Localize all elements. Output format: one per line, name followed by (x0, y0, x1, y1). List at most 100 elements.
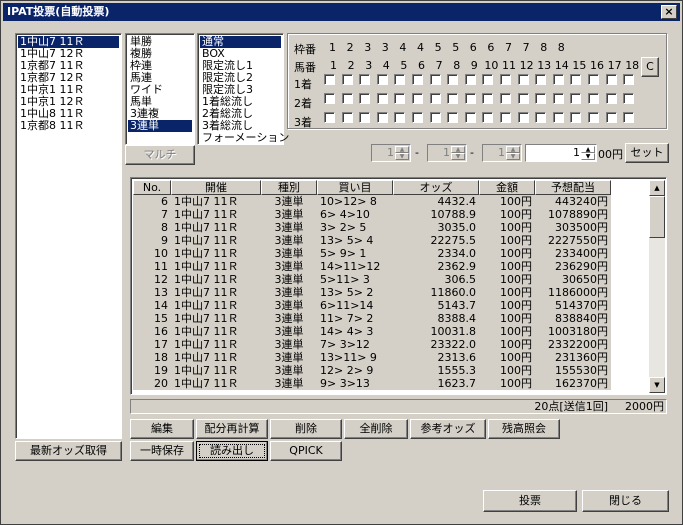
clear-button[interactable]: C (641, 57, 659, 77)
column-header[interactable]: 買い目 (317, 180, 393, 195)
horse-checkbox[interactable] (324, 93, 335, 104)
horse-checkbox[interactable] (482, 112, 494, 123)
horse-checkbox[interactable] (447, 93, 459, 104)
table-row[interactable]: 8 1中山7 11Ｒ 3連単 3> 2> 5 3035.0 100円 303500円 (133, 221, 611, 234)
multi-button[interactable]: マルチ (125, 145, 195, 165)
horse-checkbox[interactable] (482, 74, 494, 85)
horse-checkbox[interactable] (412, 112, 423, 123)
horse-checkbox[interactable] (447, 74, 459, 85)
column-header[interactable]: 種別 (261, 180, 317, 195)
amount-input[interactable]: 1 ▲ ▼ (525, 144, 597, 162)
qpick-button[interactable]: QPICK (270, 441, 342, 461)
horse-checkbox[interactable] (588, 74, 599, 85)
load-button[interactable]: 読み出し (196, 441, 268, 461)
horse-checkbox[interactable] (359, 112, 371, 123)
horse-checkbox[interactable] (605, 93, 617, 104)
horse-checkbox[interactable] (570, 112, 582, 123)
fetch-odds-button[interactable]: 最新オッズ取得 (15, 441, 122, 461)
horse-checkbox[interactable] (376, 112, 388, 123)
set-button[interactable]: セット (625, 143, 669, 163)
horse-checkbox[interactable] (623, 74, 635, 85)
table-row[interactable]: 18 1中山7 11Ｒ 3連単 13>11> 9 2313.6 100円 231360円 (133, 351, 611, 364)
spinner-arrows[interactable]: ▲ ▼ (506, 146, 520, 160)
ref-odds-button[interactable]: 参考オッズ (410, 419, 486, 439)
horse-checkbox[interactable] (324, 74, 335, 85)
scroll-thumb[interactable] (649, 196, 665, 238)
spinner-1[interactable]: 1 ▲ ▼ (371, 144, 411, 162)
horse-checkbox[interactable] (570, 93, 582, 104)
horse-checkbox[interactable] (464, 93, 476, 104)
bet-method-list[interactable]: 通常 BOX 限定流し1 限定流し2 限定流し3 1着総流し 2着総流し 3着総流し フォーメー… (197, 33, 289, 145)
horse-checkbox[interactable] (552, 74, 564, 85)
table-row[interactable]: 7 1中山7 11Ｒ 3連単 6> 4>10 10788.9 100円 1078890円 (133, 208, 611, 221)
balance-button[interactable]: 残高照会 (488, 419, 560, 439)
horse-checkbox[interactable] (623, 112, 635, 123)
horse-checkbox[interactable] (605, 112, 617, 123)
table-row[interactable]: 19 1中山7 11Ｒ 3連単 12> 2> 9 1555.3 100円 155530円 (133, 364, 611, 377)
bet-method-item[interactable]: フォーメーション (200, 132, 289, 144)
close-icon[interactable]: × (661, 5, 677, 19)
table-row[interactable]: 13 1中山7 11Ｒ 3連単 13> 5> 2 11860.0 100円 1186000円 (133, 286, 611, 299)
horse-checkbox[interactable] (464, 112, 476, 123)
horse-checkbox[interactable] (394, 74, 406, 85)
horse-checkbox[interactable] (500, 93, 511, 104)
bet-type-list[interactable]: 単勝 複勝 枠連 馬連 ワイド 馬単 3連複 3連単 (125, 33, 195, 145)
horse-checkbox[interactable] (412, 93, 423, 104)
horse-checkbox[interactable] (341, 112, 353, 123)
horse-checkbox[interactable] (359, 74, 371, 85)
close-button[interactable]: 閉じる (582, 490, 669, 512)
table-row[interactable]: 9 1中山7 11Ｒ 3連単 13> 5> 4 22275.5 100円 2227550円 (133, 234, 611, 247)
table-row[interactable]: 6 1中山7 11Ｒ 3連単 10>12> 8 4432.4 100円 443240円 (133, 195, 611, 208)
delete-all-button[interactable]: 全削除 (344, 419, 408, 439)
race-list[interactable]: 1中山7 11Ｒ 1中山7 12Ｒ 1京都7 11Ｒ 1京都7 12Ｒ 1中京1 11Ｒ… (15, 33, 122, 439)
horse-checkbox[interactable] (412, 74, 423, 85)
spinner-arrows[interactable]: ▲ ▼ (451, 146, 465, 160)
bets-table[interactable]: No. 開催 種別 買い目 オッズ 金額 予想配当 6 1中山7 11Ｒ 3連単 10>12> 8… (130, 177, 667, 395)
column-header[interactable]: オッズ (393, 180, 479, 195)
horse-checkbox[interactable] (429, 74, 441, 85)
table-row[interactable]: 15 1中山7 11Ｒ 3連単 11> 7> 2 8388.4 100円 838840円 (133, 312, 611, 325)
horse-checkbox[interactable] (500, 74, 511, 85)
vote-button[interactable]: 投票 (483, 490, 577, 512)
horse-checkbox[interactable] (535, 93, 547, 104)
scroll-down-icon[interactable]: ▼ (649, 377, 665, 393)
table-row[interactable]: 20 1中山7 11Ｒ 3連単 9> 3>13 1623.7 100円 162370円 (133, 377, 611, 390)
recalc-button[interactable]: 配分再計算 (196, 419, 268, 439)
table-row[interactable]: 11 1中山7 11Ｒ 3連単 14>11>12 2362.9 100円 236290円 (133, 260, 611, 273)
horse-checkbox[interactable] (341, 93, 353, 104)
horse-checkbox[interactable] (605, 74, 617, 85)
table-row[interactable]: 10 1中山7 11Ｒ 3連単 5> 9> 1 2334.0 100円 233400円 (133, 247, 611, 260)
horse-checkbox[interactable] (535, 112, 547, 123)
column-header[interactable]: 予想配当 (535, 180, 611, 195)
horse-checkbox[interactable] (552, 112, 564, 123)
horse-checkbox[interactable] (359, 93, 371, 104)
column-header[interactable]: 金額 (479, 180, 535, 195)
vertical-scrollbar[interactable]: ▲ ▼ (649, 180, 665, 393)
bet-type-item[interactable]: 3連単 (128, 120, 192, 132)
horse-checkbox[interactable] (394, 93, 406, 104)
table-row[interactable]: 14 1中山7 11Ｒ 3連単 6>11>14 5143.7 100円 514370円 (133, 299, 611, 312)
horse-checkbox[interactable] (376, 74, 388, 85)
temp-save-button[interactable]: 一時保存 (130, 441, 194, 461)
amount-arrows[interactable]: ▲ ▼ (581, 146, 595, 160)
race-list-item[interactable]: 1京都8 11Ｒ (18, 120, 119, 132)
spinner-3[interactable]: 1 ▲ ▼ (482, 144, 522, 162)
horse-checkbox[interactable] (588, 93, 599, 104)
horse-checkbox[interactable] (464, 74, 476, 85)
horse-checkbox[interactable] (588, 112, 599, 123)
delete-button[interactable]: 削除 (270, 419, 342, 439)
horse-checkbox[interactable] (324, 112, 335, 123)
table-row[interactable]: 12 1中山7 11Ｒ 3連単 5>11> 3 306.5 100円 30650円 (133, 273, 611, 286)
horse-checkbox[interactable] (535, 74, 547, 85)
horse-checkbox[interactable] (517, 74, 529, 85)
horse-checkbox[interactable] (517, 112, 529, 123)
horse-checkbox[interactable] (341, 74, 353, 85)
horse-checkbox[interactable] (517, 93, 529, 104)
horse-checkbox[interactable] (429, 112, 441, 123)
horse-checkbox[interactable] (500, 112, 511, 123)
horse-checkbox[interactable] (570, 74, 582, 85)
spinner-arrows[interactable]: ▲ ▼ (395, 146, 409, 160)
horse-checkbox[interactable] (552, 93, 564, 104)
horse-checkbox[interactable] (376, 93, 388, 104)
edit-button[interactable]: 編集 (130, 419, 194, 439)
